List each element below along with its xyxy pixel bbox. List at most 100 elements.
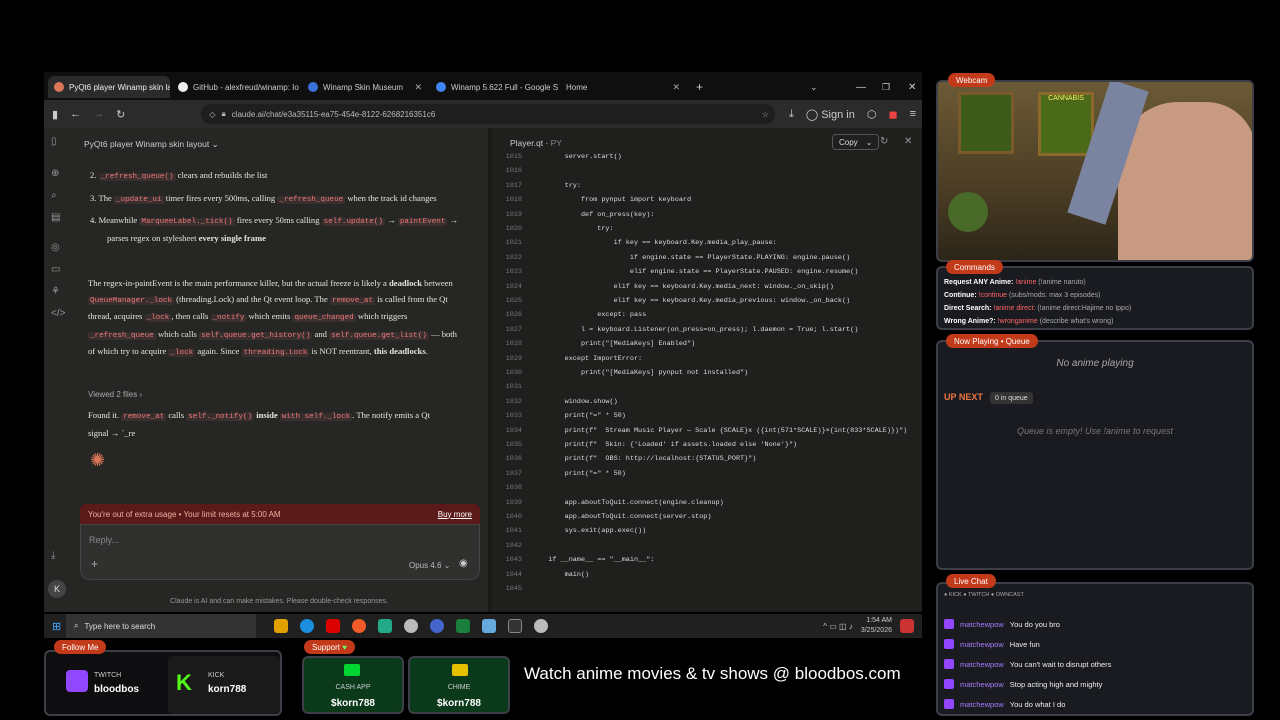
- app-icon[interactable]: [378, 619, 392, 633]
- new-tab-button[interactable]: +: [690, 76, 708, 98]
- artifacts-icon[interactable]: ⚘: [51, 286, 60, 297]
- line-number: 1033: [505, 412, 522, 421]
- tab-skin-museum[interactable]: Winamp Skin Museum ✕: [302, 76, 428, 98]
- kick-label: KICK: [208, 672, 225, 679]
- banner-text: Watch anime movies & tv shows @ bloodbos…: [524, 664, 901, 683]
- code-text: window.show(): [532, 397, 618, 406]
- list-text: timer fires every 500ms, calling: [163, 192, 278, 203]
- forward-icon[interactable]: →: [93, 108, 104, 120]
- tab-google[interactable]: Winamp 5.622 Full - Google Se✕: [430, 76, 558, 98]
- chat-title[interactable]: PyQt6 player Winamp skin layout ⌄: [84, 139, 219, 150]
- live-chat-tag: Live Chat: [946, 574, 996, 588]
- excel-icon[interactable]: [456, 619, 470, 633]
- sidebar-toggle-icon[interactable]: ▮: [52, 108, 58, 121]
- tab-label: Home: [566, 82, 588, 92]
- add-attachment-icon[interactable]: +: [91, 557, 98, 571]
- tab-home[interactable]: Home ✕: [560, 76, 686, 98]
- tab-github[interactable]: GitHub - alexfreud/winamp: Io✕: [172, 76, 300, 98]
- code-text: print("=" * 50): [532, 469, 626, 478]
- download-icon[interactable]: ⤓: [789, 108, 794, 121]
- inline-code: self.queue.get_history(): [199, 331, 313, 340]
- code-text: print(f" OBS: http://localhost:{STATUS_P…: [532, 455, 757, 464]
- tab-bar: PyQt6 player Winamp skin layo✕ GitHub - …: [44, 72, 922, 100]
- refresh-icon[interactable]: ↻: [880, 136, 888, 147]
- viewed-files-toggle[interactable]: Viewed 2 files ›: [88, 390, 142, 399]
- model-selector[interactable]: Opus 4.6 ⌄: [409, 561, 450, 570]
- line-number: 1018: [505, 196, 522, 205]
- line-number: 1040: [505, 513, 522, 521]
- app-icon[interactable]: [534, 619, 548, 633]
- download-app-icon[interactable]: ⤓: [51, 550, 55, 561]
- star-icon[interactable]: ☆: [762, 110, 769, 119]
- terminal-icon[interactable]: [508, 619, 522, 633]
- sidebar-panel-icon[interactable]: ▯: [51, 136, 57, 147]
- inline-code: remove_at: [121, 413, 167, 421]
- back-icon[interactable]: ←: [70, 108, 81, 120]
- code-text: if __name__ == "__main__":: [532, 556, 655, 565]
- taskbar-search[interactable]: ⌕ Type here to search: [66, 614, 256, 638]
- chat-text: You do you bro: [1009, 619, 1060, 629]
- folder-icon[interactable]: ▭: [51, 264, 60, 275]
- app-icon[interactable]: [482, 619, 496, 633]
- voice-icon[interactable]: ◉: [459, 558, 468, 569]
- reply-box[interactable]: Reply... + Opus 4.6 ⌄ ◉: [80, 524, 480, 580]
- new-chat-icon[interactable]: ⊕: [51, 168, 59, 179]
- search-icon[interactable]: ⌕: [51, 190, 57, 201]
- close-icon[interactable]: ✕: [672, 82, 680, 93]
- chevron-down-icon: ⌄: [865, 137, 873, 147]
- reply-input[interactable]: Reply...: [89, 535, 119, 545]
- tab-list-chevron-icon[interactable]: ⌄: [804, 76, 824, 98]
- line-number: 1023: [505, 268, 522, 277]
- address-bar[interactable]: ◇ 🔒︎ claude.ai/chat/e3a35115-ea75-454e-8…: [201, 104, 775, 124]
- code-line: 1035 print(f" Skin: {'Loaded' if assets.…: [492, 438, 922, 452]
- app-icon[interactable]: [326, 619, 340, 633]
- restore-button[interactable]: ❐: [876, 76, 896, 98]
- minimize-button[interactable]: —: [850, 76, 872, 98]
- chrome-icon[interactable]: [430, 619, 444, 633]
- close-icon[interactable]: ✕: [904, 136, 912, 147]
- chats-icon[interactable]: ◎: [51, 242, 60, 253]
- text: Found it.: [88, 410, 122, 420]
- platform-indicators: ● KICK ● TWITCH ● OWNCAST: [944, 592, 1024, 598]
- line-number: 1031: [505, 383, 522, 392]
- code-line: 1016: [492, 164, 922, 178]
- code-line: 1017 try:: [492, 179, 922, 193]
- close-icon[interactable]: ✕: [414, 82, 422, 93]
- system-tray-icons[interactable]: ^ ▭ ◫ ♪: [823, 622, 853, 631]
- close-window-button[interactable]: ✕: [902, 76, 922, 98]
- no-anime-text: No anime playing: [1056, 358, 1134, 369]
- tab-pyqt6[interactable]: PyQt6 player Winamp skin layo✕: [48, 76, 170, 98]
- code-text: def on_press(key):: [532, 210, 655, 219]
- list-text: Meanwhile: [98, 215, 140, 225]
- buy-more-link[interactable]: Buy more: [438, 510, 472, 519]
- copy-button[interactable]: Copy ⌄: [832, 134, 880, 150]
- file-explorer-icon[interactable]: [274, 619, 288, 633]
- menu-icon[interactable]: ≡: [910, 108, 916, 120]
- list-item: 4. Meanwhile MarqueeLabel._tick() fires …: [90, 213, 470, 246]
- code-text: main(): [532, 570, 590, 579]
- sign-in-button[interactable]: ◯ Sign in: [806, 108, 855, 121]
- twitch-label: TWITCH: [94, 672, 122, 679]
- extension-badge-icon[interactable]: ◼: [888, 108, 897, 121]
- avatar[interactable]: K: [48, 580, 66, 598]
- code-line: 1027 l = keyboard.Listener(on_press=on_p…: [492, 323, 922, 337]
- text: The regex-in-paintEvent is the main perf…: [88, 278, 390, 288]
- live-chat-panel: ● KICK ● TWITCH ● OWNCAST matchewpow You …: [936, 582, 1254, 716]
- clock[interactable]: 1:54 AM 3/25/2026: [861, 616, 892, 636]
- obs-icon[interactable]: [404, 619, 418, 633]
- projects-icon[interactable]: ▤: [51, 212, 60, 223]
- line-number: 1041: [505, 527, 522, 536]
- code-text: try:: [532, 181, 581, 190]
- windows-start-icon[interactable]: ⊞: [52, 620, 61, 633]
- code-icon[interactable]: </>: [51, 308, 65, 319]
- edge-icon[interactable]: [300, 619, 314, 633]
- commands-tag: Commands: [946, 260, 1003, 274]
- reload-icon[interactable]: ↻: [116, 108, 125, 121]
- copy-label: Copy: [839, 137, 858, 147]
- firefox-icon[interactable]: [352, 619, 366, 633]
- text: is NOT reentrant,: [309, 346, 374, 356]
- extensions-icon[interactable]: ⬡: [867, 108, 877, 121]
- notification-icon[interactable]: [900, 619, 914, 633]
- twitch-icon: [944, 699, 954, 709]
- line-number: 1028: [505, 340, 522, 349]
